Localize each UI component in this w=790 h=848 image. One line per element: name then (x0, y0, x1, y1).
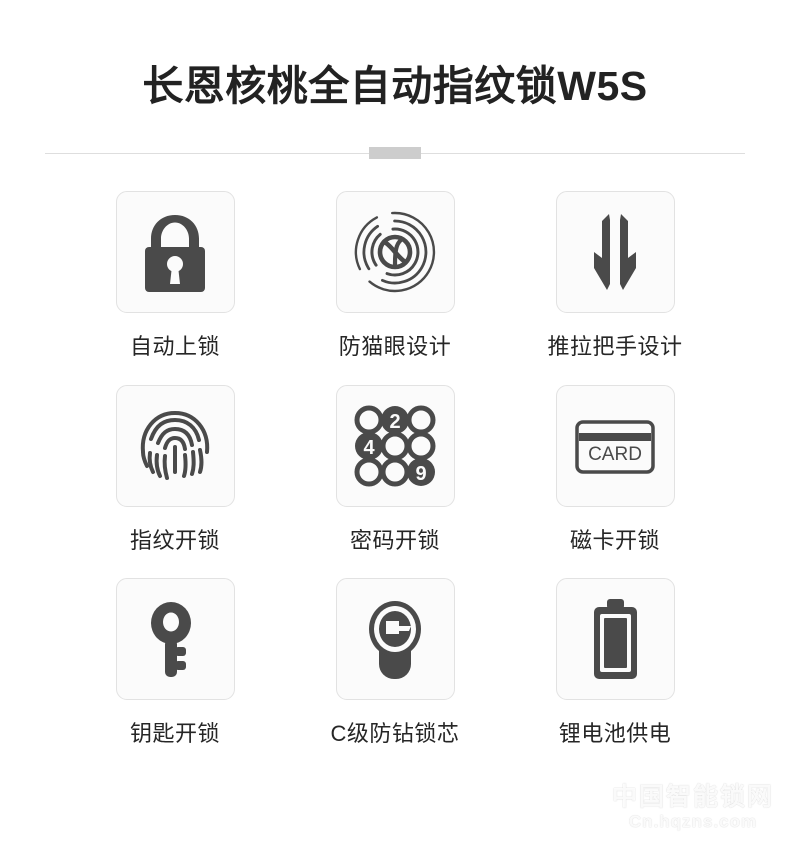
feature-icon-tile: 2 4 9 (335, 384, 455, 507)
feature-item-c-level-cylinder: C级防钻锁芯 (285, 577, 505, 771)
keypad-icon: 2 4 9 (354, 405, 436, 487)
feature-icon-tile: CARD (555, 384, 675, 507)
feature-label: C级防钻锁芯 (330, 720, 460, 746)
feature-item-fingerprint-unlock: 指纹开锁 (65, 384, 285, 578)
feature-icon-tile (335, 191, 455, 314)
feature-label: 锂电池供电 (558, 720, 672, 746)
keypad-digit-9: 9 (415, 463, 426, 485)
feature-item-auto-lock: 自动上锁 (65, 191, 285, 384)
feature-icon-tile (115, 191, 235, 314)
feature-item-card-unlock: CARD 磁卡开锁 (505, 384, 725, 578)
page-title: 长恩核桃全自动指纹锁W5S (142, 63, 648, 109)
feature-item-anti-peephole: 防猫眼设计 (285, 191, 505, 384)
page-header: 长恩核桃全自动指纹锁W5S (0, 0, 790, 160)
push-pull-handle-icon (594, 214, 636, 291)
watermark-site-url: Cn.hqzns.com (628, 811, 758, 831)
lock-cylinder-icon (369, 600, 421, 679)
fingerprint-icon (140, 410, 210, 480)
magnetic-card-icon: CARD (575, 419, 655, 474)
key-icon (151, 601, 191, 677)
feature-label: 指纹开锁 (129, 527, 220, 553)
feature-label: 钥匙开锁 (129, 720, 220, 746)
padlock-icon (145, 215, 205, 293)
keypad-digit-2: 2 (389, 411, 400, 433)
feature-grid: 自动上锁 防猫眼设计 推拉把手设计 指纹开锁 2 4 9 密码开锁 CARD 磁… (65, 159, 725, 771)
feature-item-push-pull-handle: 推拉把手设计 (505, 191, 725, 384)
anti-peephole-icon (354, 211, 436, 293)
section-divider (45, 147, 745, 160)
card-label: CARD (588, 444, 642, 465)
feature-icon-tile (335, 577, 455, 700)
feature-item-password-unlock: 2 4 9 密码开锁 (285, 384, 505, 578)
watermark-site-name: 中国智能锁网 (611, 782, 774, 811)
feature-label: 自动上锁 (129, 334, 220, 360)
feature-item-lithium-battery: 锂电池供电 (505, 577, 725, 771)
feature-icon-tile (555, 191, 675, 314)
feature-label: 磁卡开锁 (569, 527, 660, 553)
divider-chip (369, 147, 421, 160)
feature-icon-tile (115, 577, 235, 700)
feature-label: 防猫眼设计 (338, 334, 452, 360)
product-feature-page: 长恩核桃全自动指纹锁W5S 自动上锁 防猫眼设计 推拉把手设计 指纹开锁 2 4… (0, 0, 790, 848)
feature-icon-tile (555, 577, 675, 700)
feature-label: 推拉把手设计 (547, 334, 683, 360)
battery-icon (594, 598, 637, 679)
site-watermark: 中国智能锁网 Cn.hqzns.com (612, 783, 774, 832)
feature-item-key-unlock: 钥匙开锁 (65, 577, 285, 771)
keypad-digit-4: 4 (363, 437, 375, 459)
feature-label: 密码开锁 (349, 527, 440, 553)
feature-icon-tile (115, 384, 235, 507)
